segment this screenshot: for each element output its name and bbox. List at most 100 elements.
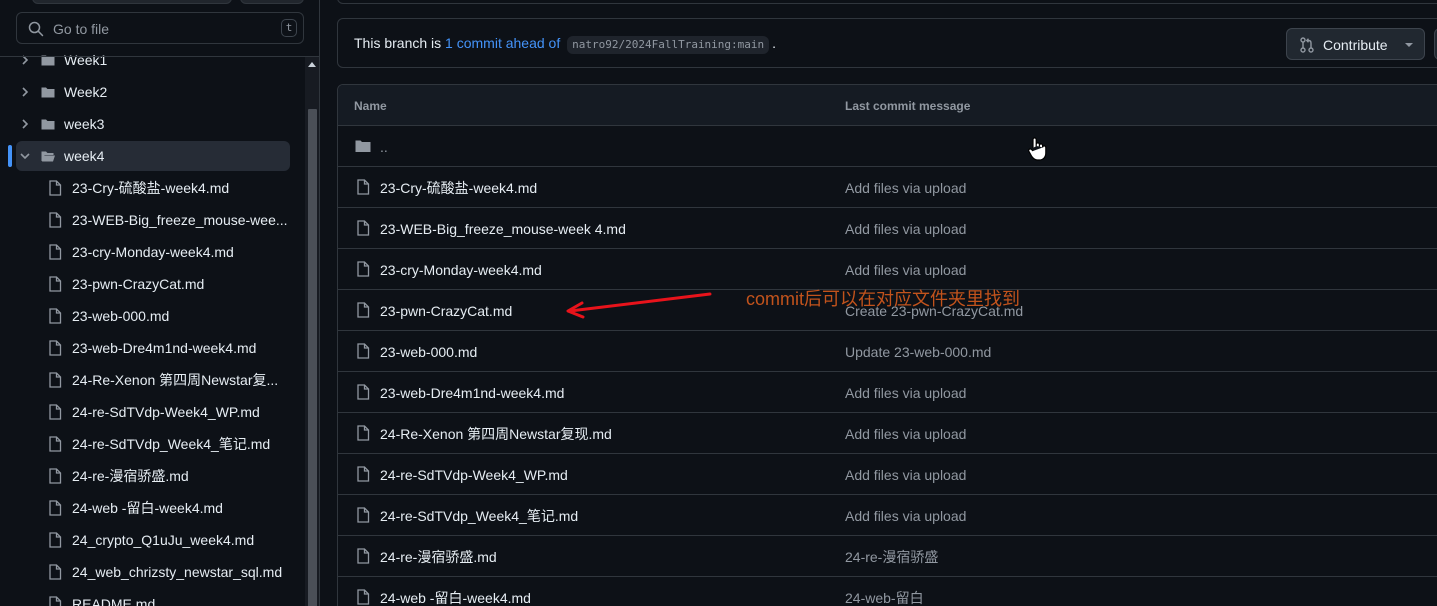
chevron-down-icon[interactable] <box>18 149 32 163</box>
commit-message-link[interactable]: Add files via upload <box>845 221 966 237</box>
file-icon <box>357 425 370 441</box>
tree-folder-week2[interactable]: Week2 <box>0 77 290 107</box>
commit-message-link[interactable]: Add files via upload <box>845 426 966 442</box>
tree-file-item[interactable]: 24_web_chrizsty_newstar_sql.md <box>0 557 290 587</box>
file-name-link[interactable]: 23-Cry-硫酸盐-week4.md <box>380 180 537 196</box>
tree-file-label: 23-cry-Monday-week4.md <box>72 244 234 260</box>
file-name-link[interactable]: 24-re-漫宿骄盛.md <box>380 549 497 565</box>
tree-file-item[interactable]: 24-re-SdTVdp_Week4_笔记.md <box>0 429 290 459</box>
file-name-link[interactable]: 24-Re-Xenon 第四周Newstar复现.md <box>380 426 612 442</box>
tree-folder-week3[interactable]: week3 <box>0 109 290 139</box>
table-row[interactable]: 24-web -留白-week4.md 24-web-留白 <box>338 577 1437 606</box>
branch-status-suffix: . <box>772 35 777 51</box>
folder-icon <box>41 55 55 66</box>
table-row[interactable]: 23-WEB-Big_freeze_mouse-week 4.md Add fi… <box>338 208 1437 249</box>
tree-file-item[interactable]: 24_crypto_Q1uJu_week4.md <box>0 525 290 555</box>
tree-file-item[interactable]: 23-Cry-硫酸盐-week4.md <box>0 173 290 203</box>
tree-file-item[interactable]: 24-re-漫宿骄盛.md <box>0 461 290 491</box>
go-to-file-placeholder: Go to file <box>53 21 110 37</box>
commit-message-link[interactable]: Update 23-web-000.md <box>845 344 991 360</box>
page: Go to file t Week1 Week2 week3 week4 23-… <box>0 0 1437 606</box>
scrollbar-thumb[interactable] <box>308 109 317 606</box>
tree-file-item[interactable]: 23-web-000.md <box>0 301 290 331</box>
file-icon <box>49 596 62 606</box>
column-header-last-commit: Last commit message <box>845 99 971 113</box>
file-name-link[interactable]: 24-re-SdTVdp-Week4_WP.md <box>380 467 568 483</box>
branch-select-button[interactable] <box>32 0 232 4</box>
chevron-right-icon[interactable] <box>18 85 32 99</box>
file-icon <box>49 564 62 580</box>
tree-file-item[interactable]: 23-WEB-Big_freeze_mouse-wee... <box>0 205 290 235</box>
tree-file-item[interactable]: 24-re-SdTVdp-Week4_WP.md <box>0 397 290 427</box>
file-name-link[interactable]: 23-pwn-CrazyCat.md <box>380 303 512 319</box>
commit-message-link[interactable]: Add files via upload <box>845 508 966 524</box>
tree-file-label: 23-web-Dre4m1nd-week4.md <box>72 340 257 356</box>
sidebar-scrollbar[interactable] <box>305 57 319 606</box>
tree-file-label: 23-pwn-CrazyCat.md <box>72 276 205 292</box>
tree-file-item[interactable]: 23-web-Dre4m1nd-week4.md <box>0 333 290 363</box>
contribute-button[interactable]: Contribute <box>1286 28 1425 60</box>
go-to-file-input[interactable]: Go to file t <box>16 12 304 44</box>
table-row[interactable]: 23-web-Dre4m1nd-week4.md Add files via u… <box>338 372 1437 413</box>
tree-file-item[interactable]: README.md <box>0 589 290 606</box>
commits-ahead-link[interactable]: 1 commit ahead of <box>445 35 560 51</box>
commit-message-link[interactable]: Add files via upload <box>845 385 966 401</box>
tree-file-item[interactable]: 24-Re-Xenon 第四周Newstar复... <box>0 365 290 395</box>
parent-directory-link[interactable]: .. <box>380 139 388 155</box>
annotation-arrow <box>566 292 712 319</box>
file-name-link[interactable]: 23-web-Dre4m1nd-week4.md <box>380 385 564 401</box>
file-icon <box>357 179 370 195</box>
file-name-link[interactable]: 23-web-000.md <box>380 344 477 360</box>
commit-message-link[interactable]: Add files via upload <box>845 467 966 483</box>
tree-file-label: 24-re-SdTVdp-Week4_WP.md <box>72 404 260 420</box>
commit-message-link[interactable]: 24-web-留白 <box>845 590 924 606</box>
sidebar-action-button[interactable] <box>240 0 304 4</box>
sidebar-divider <box>0 56 319 57</box>
tree-file-label: 24_web_chrizsty_newstar_sql.md <box>72 564 283 580</box>
folder-icon <box>355 140 371 152</box>
folder-icon <box>41 87 55 98</box>
file-icon <box>357 302 370 318</box>
file-name-link[interactable]: 24-web -留白-week4.md <box>380 590 531 606</box>
table-row[interactable]: 23-web-000.md Update 23-web-000.md <box>338 331 1437 372</box>
file-icon <box>49 372 62 388</box>
file-icon <box>49 244 62 260</box>
tree-file-item[interactable]: 24-web -留白-week4.md <box>0 493 290 523</box>
scroll-up-arrow-icon[interactable] <box>308 62 316 67</box>
tree-file-label: 23-Cry-硫酸盐-week4.md <box>72 180 230 196</box>
table-header: Name Last commit message <box>338 85 1437 126</box>
branch-status-box: This branch is 1 commit ahead of natro92… <box>337 18 1437 68</box>
file-icon <box>357 261 370 277</box>
tree-file-label: 23-WEB-Big_freeze_mouse-wee... <box>72 212 288 228</box>
file-name-link[interactable]: 23-WEB-Big_freeze_mouse-week 4.md <box>380 221 626 237</box>
tree-folder-label: Week1 <box>64 52 108 68</box>
file-icon <box>49 404 62 420</box>
file-tree-sidebar: Go to file t Week1 Week2 week3 week4 23-… <box>0 0 320 606</box>
table-row[interactable]: 24-Re-Xenon 第四周Newstar复现.md Add files vi… <box>338 413 1437 454</box>
file-name-link[interactable]: 23-cry-Monday-week4.md <box>380 262 542 278</box>
contribute-label: Contribute <box>1323 37 1388 53</box>
tree-file-label: 23-web-000.md <box>72 308 170 324</box>
table-row[interactable]: 24-re-漫宿骄盛.md 24-re-漫宿骄盛 <box>338 536 1437 577</box>
tree-folder-week1[interactable]: Week1 <box>0 45 290 75</box>
tree-file-label: 24-web -留白-week4.md <box>72 500 223 516</box>
table-row[interactable]: 24-re-SdTVdp-Week4_WP.md Add files via u… <box>338 454 1437 495</box>
commit-message-link[interactable]: Add files via upload <box>845 262 966 278</box>
tree-file-item[interactable]: 23-pwn-CrazyCat.md <box>0 269 290 299</box>
file-icon <box>49 436 62 452</box>
tree-folder-week4[interactable]: week4 <box>8 141 290 171</box>
table-row[interactable]: 23-Cry-硫酸盐-week4.md Add files via upload <box>338 167 1437 208</box>
chevron-right-icon[interactable] <box>18 117 32 131</box>
file-icon <box>357 548 370 564</box>
table-row[interactable]: 23-cry-Monday-week4.md Add files via upl… <box>338 249 1437 290</box>
file-icon <box>49 180 62 196</box>
commit-message-link[interactable]: Add files via upload <box>845 180 966 196</box>
tree-file-label: 24-re-漫宿骄盛.md <box>72 468 189 484</box>
upstream-ref: natro92/2024FallTraining:main <box>567 36 770 54</box>
commit-message-link[interactable]: 24-re-漫宿骄盛 <box>845 549 938 565</box>
table-row-parent-directory[interactable]: .. <box>338 126 1437 167</box>
tree-folder-label: week3 <box>64 116 105 132</box>
tree-file-item[interactable]: 23-cry-Monday-week4.md <box>0 237 290 267</box>
table-row[interactable]: 24-re-SdTVdp_Week4_笔记.md Add files via u… <box>338 495 1437 536</box>
file-name-link[interactable]: 24-re-SdTVdp_Week4_笔记.md <box>380 508 578 524</box>
